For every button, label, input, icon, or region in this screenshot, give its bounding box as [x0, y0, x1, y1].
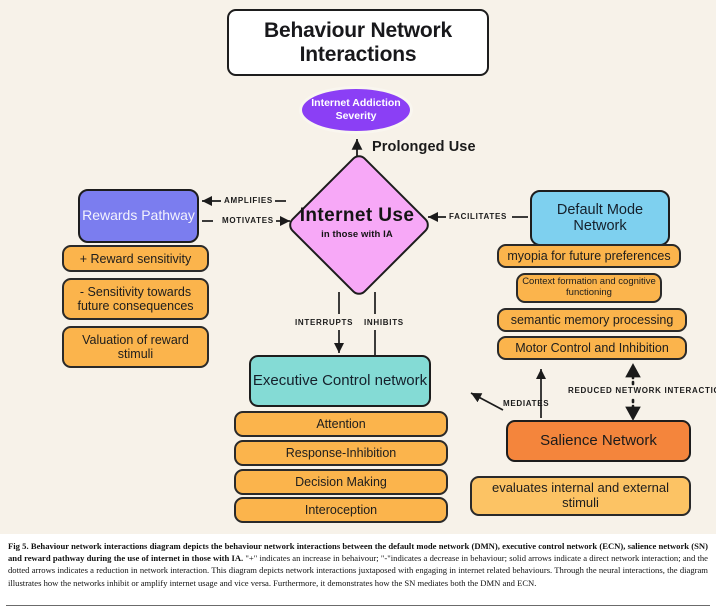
- edge-label-inhibits: INHIBITS: [364, 318, 404, 327]
- chip-valuation-of-reward-stimuli[interactable]: Valuation of reward stimuli: [62, 326, 209, 368]
- node-internet-use-title: Internet Use: [299, 205, 415, 227]
- edge-label-facilitates: FACILITATES: [449, 212, 508, 221]
- chip-decision-making[interactable]: Decision Making: [234, 469, 448, 495]
- node-internet-addiction-severity[interactable]: Internet Addiction Severity: [299, 86, 413, 134]
- node-salience-network[interactable]: Salience Network: [506, 420, 691, 462]
- node-internet-use-label: Internet Use in those with IA: [290, 156, 424, 290]
- caption-figure-number: Fig 5.: [8, 541, 29, 551]
- edge-label-reduced-network-interaction: REDUCED NETWORK INTERACTION: [568, 386, 716, 395]
- chip-sensitivity-future-consequences[interactable]: - Sensitivity towards future consequence…: [62, 278, 209, 320]
- chip-motor-control-and-inhibition[interactable]: Motor Control and Inhibition: [497, 336, 687, 360]
- caption-divider: [6, 605, 710, 606]
- edge-label-amplifies: AMPLIFIES: [224, 196, 273, 205]
- chip-semantic-memory-processing[interactable]: semantic memory processing: [497, 308, 687, 332]
- chip-myopia-future-preferences[interactable]: myopia for future preferences: [497, 244, 681, 268]
- page-title: Behaviour Network Interactions: [227, 9, 489, 76]
- chip-response-inhibition[interactable]: Response-Inhibition: [234, 440, 448, 466]
- node-rewards-pathway[interactable]: Rewards Pathway: [78, 189, 199, 243]
- node-executive-control-network[interactable]: Executive Control network: [249, 355, 431, 407]
- diagram-canvas: Behaviour Network Interactions Internet …: [0, 0, 716, 534]
- chip-attention[interactable]: Attention: [234, 411, 448, 437]
- chip-evaluates-internal-external-stimuli[interactable]: evaluates internal and external stimuli: [470, 476, 691, 516]
- chip-reward-sensitivity[interactable]: + Reward sensitivity: [62, 245, 209, 272]
- node-default-mode-network[interactable]: Default Mode Network: [530, 190, 670, 246]
- edge-label-interrupts: INTERRUPTS: [295, 318, 354, 327]
- chip-context-formation-cognitive-functioning[interactable]: Context formation and cognitive function…: [516, 273, 662, 303]
- figure-caption: Fig 5. Behaviour network interactions di…: [0, 534, 716, 612]
- figure-root: Behaviour Network Interactions Internet …: [0, 0, 716, 612]
- edge-label-prolonged-use: Prolonged Use: [372, 139, 476, 155]
- edge-label-mediates: MEDIATES: [503, 399, 550, 408]
- node-internet-use[interactable]: Internet Use in those with IA: [285, 151, 433, 299]
- node-internet-use-subtitle: in those with IA: [321, 228, 393, 240]
- edge-label-motivates: MOTIVATES: [222, 216, 274, 225]
- chip-interoception[interactable]: Interoception: [234, 497, 448, 523]
- edge-mediates-ecn: [470, 392, 504, 411]
